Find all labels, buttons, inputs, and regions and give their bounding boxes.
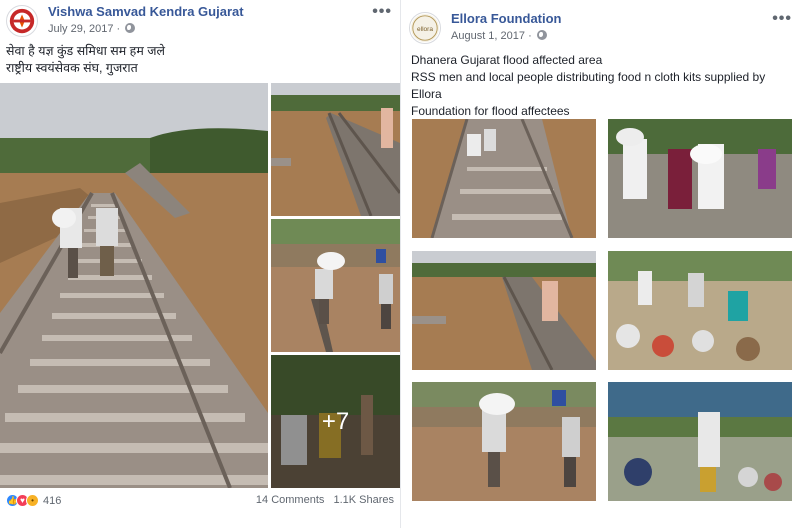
shares-link[interactable]: 1.1K Shares [333,494,394,506]
flooded-track-image [412,251,596,370]
post-text-line: RSS men and local people distributing fo… [411,70,766,101]
post-text-line: Dhanera Gujarat flood affected area [411,53,603,67]
post-text: Dhanera Gujarat flood affected area RSS … [411,52,786,120]
photo-main-railway-track[interactable] [0,83,268,488]
globe-icon [536,30,547,40]
more-photos-overlay[interactable]: +7 [271,355,400,488]
food-distribution-image [608,382,792,501]
post-vsk-gujarat: Vishwa Samvad Kendra Gujarat July 29, 20… [0,0,400,528]
wow-reaction-icon: • [26,494,39,507]
page-avatar[interactable]: ellora [409,12,441,44]
reactions-summary[interactable]: 👍 ♥ • 416 [6,494,61,507]
community-gathering-image [608,251,792,370]
post-date-text[interactable]: July 29, 2017 [48,23,113,35]
more-options-button[interactable]: ••• [772,10,792,28]
vsk-logo-icon [7,6,37,36]
flooded-track-image [271,83,400,216]
post-date[interactable]: July 29, 2017 · [48,23,136,35]
post-text-line: सेवा है यज्ञ कुंड समिधा सम हम जले [6,44,166,58]
post-footer: 👍 ♥ • 416 14 Comments 1.1K Shares [6,494,394,512]
avatar-label: ellora [417,26,433,33]
post-date-text[interactable]: August 1, 2017 [451,30,525,42]
post-text-line: Foundation for flood affectees [411,104,570,118]
post-ellora-foundation: ellora Ellora Foundation August 1, 2017 … [400,0,800,528]
photo-grid-6[interactable] [608,382,792,501]
flood-relief-image [412,382,596,501]
page-name-link[interactable]: Ellora Foundation [451,11,562,26]
page-name-link[interactable]: Vishwa Samvad Kendra Gujarat [48,4,244,19]
photo-grid-4[interactable] [608,251,792,370]
flooded-railway-image [412,119,596,238]
flooded-railway-image [0,83,268,488]
post-text: सेवा है यज्ञ कुंड समिधा सम हम जले राष्ट्… [6,43,392,77]
photo-grid-3[interactable] [412,251,596,370]
post-text-line: राष्ट्रीय स्वयंसेवक संघ, गुजरात [6,61,138,75]
photo-thumb-carrying-sack[interactable] [271,219,400,352]
more-options-button[interactable]: ••• [372,3,392,21]
post-header: ellora Ellora Foundation August 1, 2017 … [409,10,794,46]
photo-thumb-track-broken[interactable] [271,83,400,216]
engagement-counts: 14 Comments 1.1K Shares [250,494,394,506]
reaction-count[interactable]: 416 [43,495,61,507]
page-avatar[interactable] [6,5,38,37]
globe-icon [125,23,136,33]
photo-grid-2[interactable] [608,119,792,238]
photo-grid-5[interactable] [412,382,596,501]
wading-with-kits-image [608,119,792,238]
flood-relief-image [271,219,400,352]
photo-thumb-more[interactable]: +7 [271,355,400,488]
post-header: Vishwa Samvad Kendra Gujarat July 29, 20… [6,3,394,39]
comments-link[interactable]: 14 Comments [256,494,324,506]
photo-grid-1[interactable] [412,119,596,238]
post-date[interactable]: August 1, 2017 · [451,30,547,42]
ellora-logo-icon: ellora [410,13,440,43]
